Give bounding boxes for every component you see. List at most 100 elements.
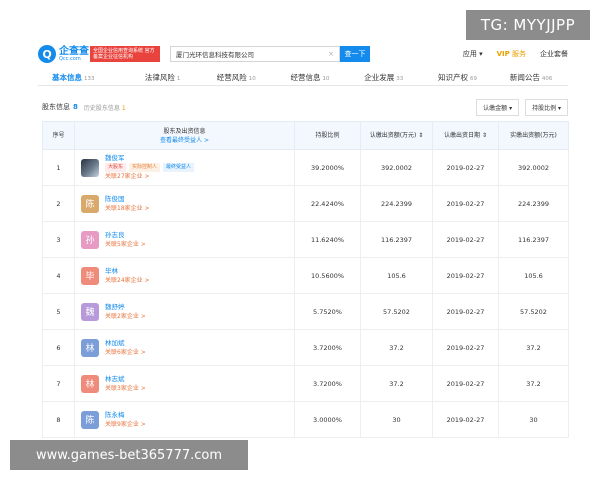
related-companies-link[interactable]: 关联5家企业 > [105, 240, 146, 250]
logo-icon: Q [38, 45, 56, 63]
page: TG: MYYJJPP www.games-bet365777.com Q 企查… [0, 0, 600, 480]
tab-1[interactable]: 法律风险 1 [126, 72, 200, 85]
cell-amount: 57.5202 [360, 293, 433, 330]
shareholder-table: 序号 股东及出资信息 查看最终受益人 > 持股比例 认缴出资额(万元) ⇕ 认缴… [42, 121, 569, 438]
search-input[interactable]: 厦门光环信息科技有限公司 × [170, 46, 340, 62]
table-row: 2 陈陈俊国 关联18家企业 > 22.4240% 224.2399 2019-02-27… [42, 185, 569, 222]
header: Q 企查查 Qcc.com 全国企业信用查询系统 官方备案企业征信机构 厦门光环… [38, 42, 568, 66]
cell-paid: 37.2 [498, 365, 569, 402]
holder-name[interactable]: 孙志良 [105, 230, 146, 240]
holder-name[interactable]: 魏舒婷 [105, 302, 146, 312]
avatar[interactable]: 林 [81, 338, 99, 357]
holder-name[interactable]: 魏俊军 [105, 153, 194, 163]
holder-name[interactable]: 林志斌 [105, 374, 146, 384]
related-companies-link[interactable]: 关联9家企业 > [105, 420, 146, 430]
cell-amount: 37.2 [360, 329, 433, 366]
cell-date: 2019-02-27 [432, 293, 499, 330]
beneficiary-link[interactable]: 查看最终受益人 > [75, 136, 294, 145]
nav-app[interactable]: 应用 ▾ [463, 49, 483, 59]
tab-bar: 基本信息 133 法律风险 1 经营风险 10 经营信息 10 企业发展 33 知识产权 69 新闻公告… [38, 72, 568, 86]
cell-no: 7 [42, 365, 75, 402]
table-row: 7 林林志斌 关联3家企业 >3.7200% 37.2 2019-02-27 37.2 [42, 365, 569, 402]
logo-name: 企查查 [59, 45, 89, 57]
holder-tag: 最终受益人 [163, 163, 195, 172]
avatar[interactable]: 毕 [81, 266, 99, 285]
avatar[interactable]: 陈 [81, 194, 99, 213]
cell-amount: 37.2 [360, 365, 433, 402]
clear-icon[interactable]: × [328, 50, 334, 58]
cell-date: 2019-02-27 [432, 149, 499, 186]
cell-ratio: 11.6240% [294, 221, 361, 258]
related-companies-link[interactable]: 关联2家企业 > [105, 312, 146, 322]
nav-enterprise[interactable]: 企业套餐 [540, 49, 568, 59]
tab-6[interactable]: 新闻公告 406 [494, 72, 568, 85]
cell-no: 2 [42, 185, 75, 222]
avatar[interactable]: 孙 [81, 230, 99, 249]
search-bar: 厦门光环信息科技有限公司 × 查一下 [170, 46, 370, 62]
table-row: 5 魏魏舒婷 关联2家企业 >5.7520% 57.5202 2019-02-27 57.… [42, 293, 569, 330]
tab-2[interactable]: 经营风险 10 [199, 72, 273, 85]
col-date[interactable]: 认缴出资日期 ⇕ [432, 121, 499, 150]
tab-4[interactable]: 企业发展 33 [347, 72, 421, 85]
cell-no: 3 [42, 221, 75, 258]
cell-date: 2019-02-27 [432, 401, 499, 438]
holder-name[interactable]: 陈永梅 [105, 410, 146, 420]
related-companies-link[interactable]: 关联27家企业 > [105, 172, 194, 182]
cell-date: 2019-02-27 [432, 185, 499, 222]
search-button[interactable]: 查一下 [340, 46, 370, 62]
logo[interactable]: Q 企查查 Qcc.com [38, 45, 90, 63]
search-value: 厦门光环信息科技有限公司 [176, 51, 254, 59]
table-header-row: 序号 股东及出资信息 查看最终受益人 > 持股比例 认缴出资额(万元) ⇕ 认缴… [42, 121, 569, 150]
shareholder-section-header: 股东信息 8 历史股东信息 1 认缴金额 ▾ 持股比例 ▾ [42, 98, 568, 116]
logo-domain: Qcc.com [59, 55, 81, 62]
cell-paid: 30 [498, 401, 569, 438]
cell-date: 2019-02-27 [432, 257, 499, 294]
cell-paid: 57.5202 [498, 293, 569, 330]
avatar[interactable]: 魏 [81, 302, 99, 321]
cell-ratio: 3.7200% [294, 329, 361, 366]
watermark-top: TG: MYYJJPP [466, 10, 590, 40]
holder-name[interactable]: 林加斌 [105, 338, 146, 348]
table-row: 6 林林加斌 关联6家企业 >3.7200% 37.2 2019-02-27 37.2 [42, 329, 569, 366]
tab-0[interactable]: 基本信息 133 [38, 72, 126, 85]
related-companies-link[interactable]: 关联3家企业 > [105, 384, 146, 394]
col-holder: 股东及出资信息 查看最终受益人 > [74, 121, 295, 150]
tab-3[interactable]: 经营信息 10 [273, 72, 347, 85]
related-companies-link[interactable]: 关联24家企业 > [105, 276, 150, 286]
holder-name[interactable]: 毕林 [105, 266, 150, 276]
avatar[interactable]: 林 [81, 374, 99, 393]
cell-ratio: 10.5600% [294, 257, 361, 294]
nav-vip[interactable]: VIP 服务 [497, 49, 526, 59]
avatar[interactable] [81, 158, 99, 177]
related-companies-link[interactable]: 关联6家企业 > [105, 348, 146, 358]
certification-badge: 全国企业信用查询系统 官方备案企业征信机构 [90, 46, 160, 62]
sort-amount-dropdown[interactable]: 认缴金额 ▾ [476, 98, 520, 116]
sort-ratio-dropdown[interactable]: 持股比例 ▾ [525, 98, 568, 116]
cell-amount: 116.2397 [360, 221, 433, 258]
tab-5[interactable]: 知识产权 69 [421, 72, 495, 85]
table-row: 4 毕毕林 关联24家企业 >10.5600% 105.6 2019-02-27 105.… [42, 257, 569, 294]
cell-no: 6 [42, 329, 75, 366]
cell-ratio: 39.2000% [294, 149, 361, 186]
table-row: 8 陈陈永梅 关联9家企业 >3.0000% 30 2019-02-27 30 [42, 401, 569, 438]
cell-date: 2019-02-27 [432, 329, 499, 366]
cell-amount: 30 [360, 401, 433, 438]
cell-date: 2019-02-27 [432, 221, 499, 258]
cell-paid: 116.2397 [498, 221, 569, 258]
cell-no: 8 [42, 401, 75, 438]
cell-ratio: 5.7520% [294, 293, 361, 330]
avatar[interactable]: 陈 [81, 410, 99, 429]
col-ratio: 持股比例 [294, 121, 361, 150]
table-row: 1 魏俊军 大股东 实际控制人 最终受益人 关联27家企业 >39.2000% 392.00… [42, 149, 569, 186]
top-nav: 应用 ▾ VIP 服务 企业套餐 [463, 49, 568, 59]
related-companies-link[interactable]: 关联18家企业 > [105, 204, 150, 214]
cell-paid: 392.0002 [498, 149, 569, 186]
history-shareholders-link[interactable]: 历史股东信息 1 [84, 103, 126, 112]
cell-no: 1 [42, 149, 75, 186]
cell-ratio: 22.4240% [294, 185, 361, 222]
holder-name[interactable]: 陈俊国 [105, 194, 150, 204]
cell-paid: 105.6 [498, 257, 569, 294]
cell-paid: 224.2399 [498, 185, 569, 222]
col-amount[interactable]: 认缴出资额(万元) ⇕ [360, 121, 433, 150]
table-row: 3 孙孙志良 关联5家企业 >11.6240% 116.2397 2019-02-27 1… [42, 221, 569, 258]
